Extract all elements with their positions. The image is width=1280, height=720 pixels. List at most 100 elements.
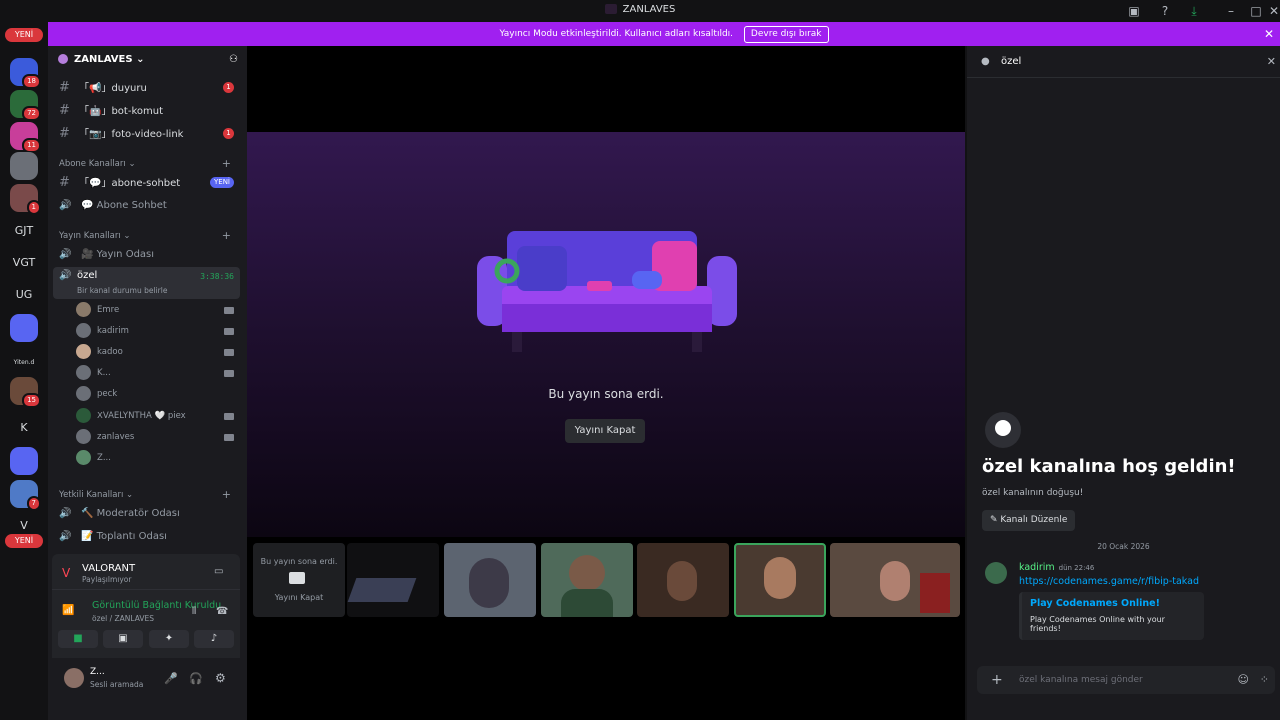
- embed-title[interactable]: Play Codenames Online!: [1030, 598, 1196, 609]
- channel-abone-sohbet-voice[interactable]: 🔊 💬 Abone Sohbet: [53, 195, 240, 216]
- share-screen-button[interactable]: ▣: [103, 630, 143, 648]
- video-tile-1[interactable]: [444, 543, 536, 617]
- server-mention-badge: 18: [22, 74, 41, 89]
- stream-stage: Bu yayın sona erdi. Yayını Kapat: [247, 46, 965, 537]
- mic-icon[interactable]: 🎤: [164, 672, 178, 685]
- voice-user-name: Z...: [97, 453, 111, 463]
- avatar[interactable]: [985, 562, 1007, 584]
- server-icon[interactable]: [10, 314, 38, 342]
- apps-icon[interactable]: ⁘: [1260, 666, 1269, 694]
- server-icon[interactable]: 11: [10, 122, 41, 153]
- category-abone[interactable]: Abone Kanalları ⌄ +: [59, 157, 239, 170]
- video-tile-2[interactable]: [541, 543, 633, 617]
- add-member-icon[interactable]: ⚇: [229, 54, 238, 65]
- voice-user[interactable]: ꓫVAELYNTHA 🤍 piex: [76, 406, 240, 427]
- channel-abone-sohbet[interactable]: # 「💬」abone-sohbet YENİ: [53, 172, 240, 193]
- camera-icon: [224, 349, 234, 356]
- server-icon[interactable]: [10, 152, 38, 180]
- inbox-icon[interactable]: ▣: [1126, 3, 1142, 19]
- chevron-down-icon: ⌄: [136, 54, 145, 65]
- channel-moderator-odasi[interactable]: 🔊 🔨 Moderatör Odası: [53, 503, 240, 524]
- camera-icon: [224, 307, 234, 314]
- server-initials: V: [20, 519, 28, 532]
- maximize-icon[interactable]: □: [1248, 3, 1264, 19]
- stream-tile-game[interactable]: [347, 543, 439, 617]
- voice-user[interactable]: kadoo: [76, 342, 240, 363]
- noise-suppression-icon[interactable]: ⫴: [192, 606, 196, 617]
- disable-streamer-mode-button[interactable]: Devre dışı bırak: [743, 26, 829, 43]
- server-icon[interactable]: Yiten.d: [10, 347, 38, 375]
- tile-close-button[interactable]: Yayını Kapat: [253, 593, 345, 602]
- emoji-icon[interactable]: ☺: [1238, 666, 1249, 694]
- banner-text: Yayıncı Modu etkinleştirildi. Kullanıcı …: [499, 29, 734, 39]
- channel-ozel[interactable]: 🔊 özel 3:38:36 Bir kanal durumu belirle: [53, 267, 240, 299]
- connection-channel[interactable]: özel / ZANLAVES: [92, 614, 154, 623]
- add-attachment-icon[interactable]: +: [991, 666, 1003, 694]
- server-icon[interactable]: 18: [10, 58, 41, 89]
- camera-button[interactable]: ■: [58, 630, 98, 648]
- server-initials: K: [20, 421, 28, 434]
- message-link[interactable]: https://codenames.game/r/fibip-takad: [1019, 576, 1199, 587]
- speaker-icon: 🔊: [59, 200, 72, 211]
- screen-share-icon[interactable]: ▭: [214, 566, 223, 577]
- channel-foto-video-link[interactable]: # 「📷」foto-video-link 1: [53, 123, 240, 144]
- message-author[interactable]: kadirim: [1019, 562, 1055, 573]
- video-tile-4-selected[interactable]: [734, 543, 826, 617]
- avatar[interactable]: [64, 668, 84, 688]
- channel-yayin-odasi[interactable]: 🔊 🎥 Yayın Odası: [53, 244, 240, 265]
- server-header[interactable]: ZANLAVES ⌄ ⚇: [58, 54, 238, 70]
- speaker-icon: 🔊: [59, 270, 72, 281]
- activities-button[interactable]: ✦: [149, 630, 189, 648]
- server-icon[interactable]: 1: [10, 184, 41, 215]
- video-tile-3[interactable]: [637, 543, 729, 617]
- voice-user[interactable]: kadirim: [76, 321, 240, 342]
- user-status: Sesli aramada: [90, 680, 144, 689]
- server-icon[interactable]: 72: [10, 90, 41, 121]
- server-mention-badge: 11: [22, 138, 41, 153]
- settings-gear-icon[interactable]: ⚙: [215, 671, 226, 685]
- category-yetkili[interactable]: Yetkili Kanalları ⌄ +: [59, 488, 239, 501]
- server-icon[interactable]: UG: [10, 281, 38, 309]
- voice-user[interactable]: Z...: [76, 448, 240, 469]
- server-icon[interactable]: GJT: [10, 217, 38, 245]
- close-window-icon[interactable]: ✕: [1266, 3, 1280, 19]
- voice-user[interactable]: zanlaves: [76, 427, 240, 448]
- camera-icon: [224, 413, 234, 420]
- soundboard-button[interactable]: ♪: [194, 630, 234, 648]
- message-input[interactable]: + özel kanalına mesaj gönder ☺ ⁘: [977, 666, 1275, 694]
- voice-user[interactable]: K...: [76, 363, 240, 384]
- server-icon[interactable]: K: [10, 414, 38, 442]
- channel-status[interactable]: Bir kanal durumu belirle: [77, 286, 167, 295]
- voice-user[interactable]: peck: [76, 384, 240, 405]
- stream-tile-ended[interactable]: Bu yayın sona erdi. Yayını Kapat: [253, 543, 345, 617]
- avatar: [76, 408, 91, 423]
- video-tile-5[interactable]: [830, 543, 960, 617]
- chat-header: ● özel ✕: [967, 46, 1280, 78]
- close-banner-icon[interactable]: ✕: [1264, 22, 1274, 46]
- disconnect-icon[interactable]: ☎: [216, 606, 228, 617]
- close-chat-icon[interactable]: ✕: [1267, 46, 1276, 78]
- server-icon[interactable]: 15: [10, 377, 41, 408]
- close-stream-button[interactable]: Yayını Kapat: [565, 419, 645, 443]
- channel-toplanti-odasi[interactable]: 🔊 📝 Toplantı Odası: [53, 526, 240, 547]
- add-channel-icon[interactable]: +: [222, 157, 231, 170]
- add-channel-icon[interactable]: +: [222, 229, 231, 242]
- edit-channel-button[interactable]: ✎ Kanalı Düzenle: [982, 510, 1076, 531]
- server-icon[interactable]: 7: [10, 480, 41, 511]
- channel-duyuru[interactable]: # 「📢」duyuru 1: [53, 77, 240, 98]
- couch-illustration: [477, 231, 737, 352]
- download-icon[interactable]: ⤓: [1186, 3, 1202, 19]
- help-icon[interactable]: ?: [1157, 3, 1173, 19]
- category-yayin[interactable]: Yayın Kanalları ⌄ +: [59, 229, 239, 242]
- hash-icon: #: [59, 103, 70, 118]
- server-initials: Yiten.d: [13, 359, 35, 366]
- server-icon[interactable]: [10, 447, 38, 475]
- minimize-icon[interactable]: –: [1223, 3, 1239, 19]
- voice-user[interactable]: Emre: [76, 300, 240, 321]
- user-panel: V VALORANT Paylaşılmıyor ▭ 📶 Görüntülü B…: [49, 554, 243, 700]
- channel-bot-komut[interactable]: # 「🤖」bot-komut: [53, 100, 240, 121]
- avatar: [76, 344, 91, 359]
- server-icon[interactable]: VGT: [10, 249, 38, 277]
- add-channel-icon[interactable]: +: [222, 488, 231, 501]
- headphones-icon[interactable]: 🎧: [189, 672, 203, 685]
